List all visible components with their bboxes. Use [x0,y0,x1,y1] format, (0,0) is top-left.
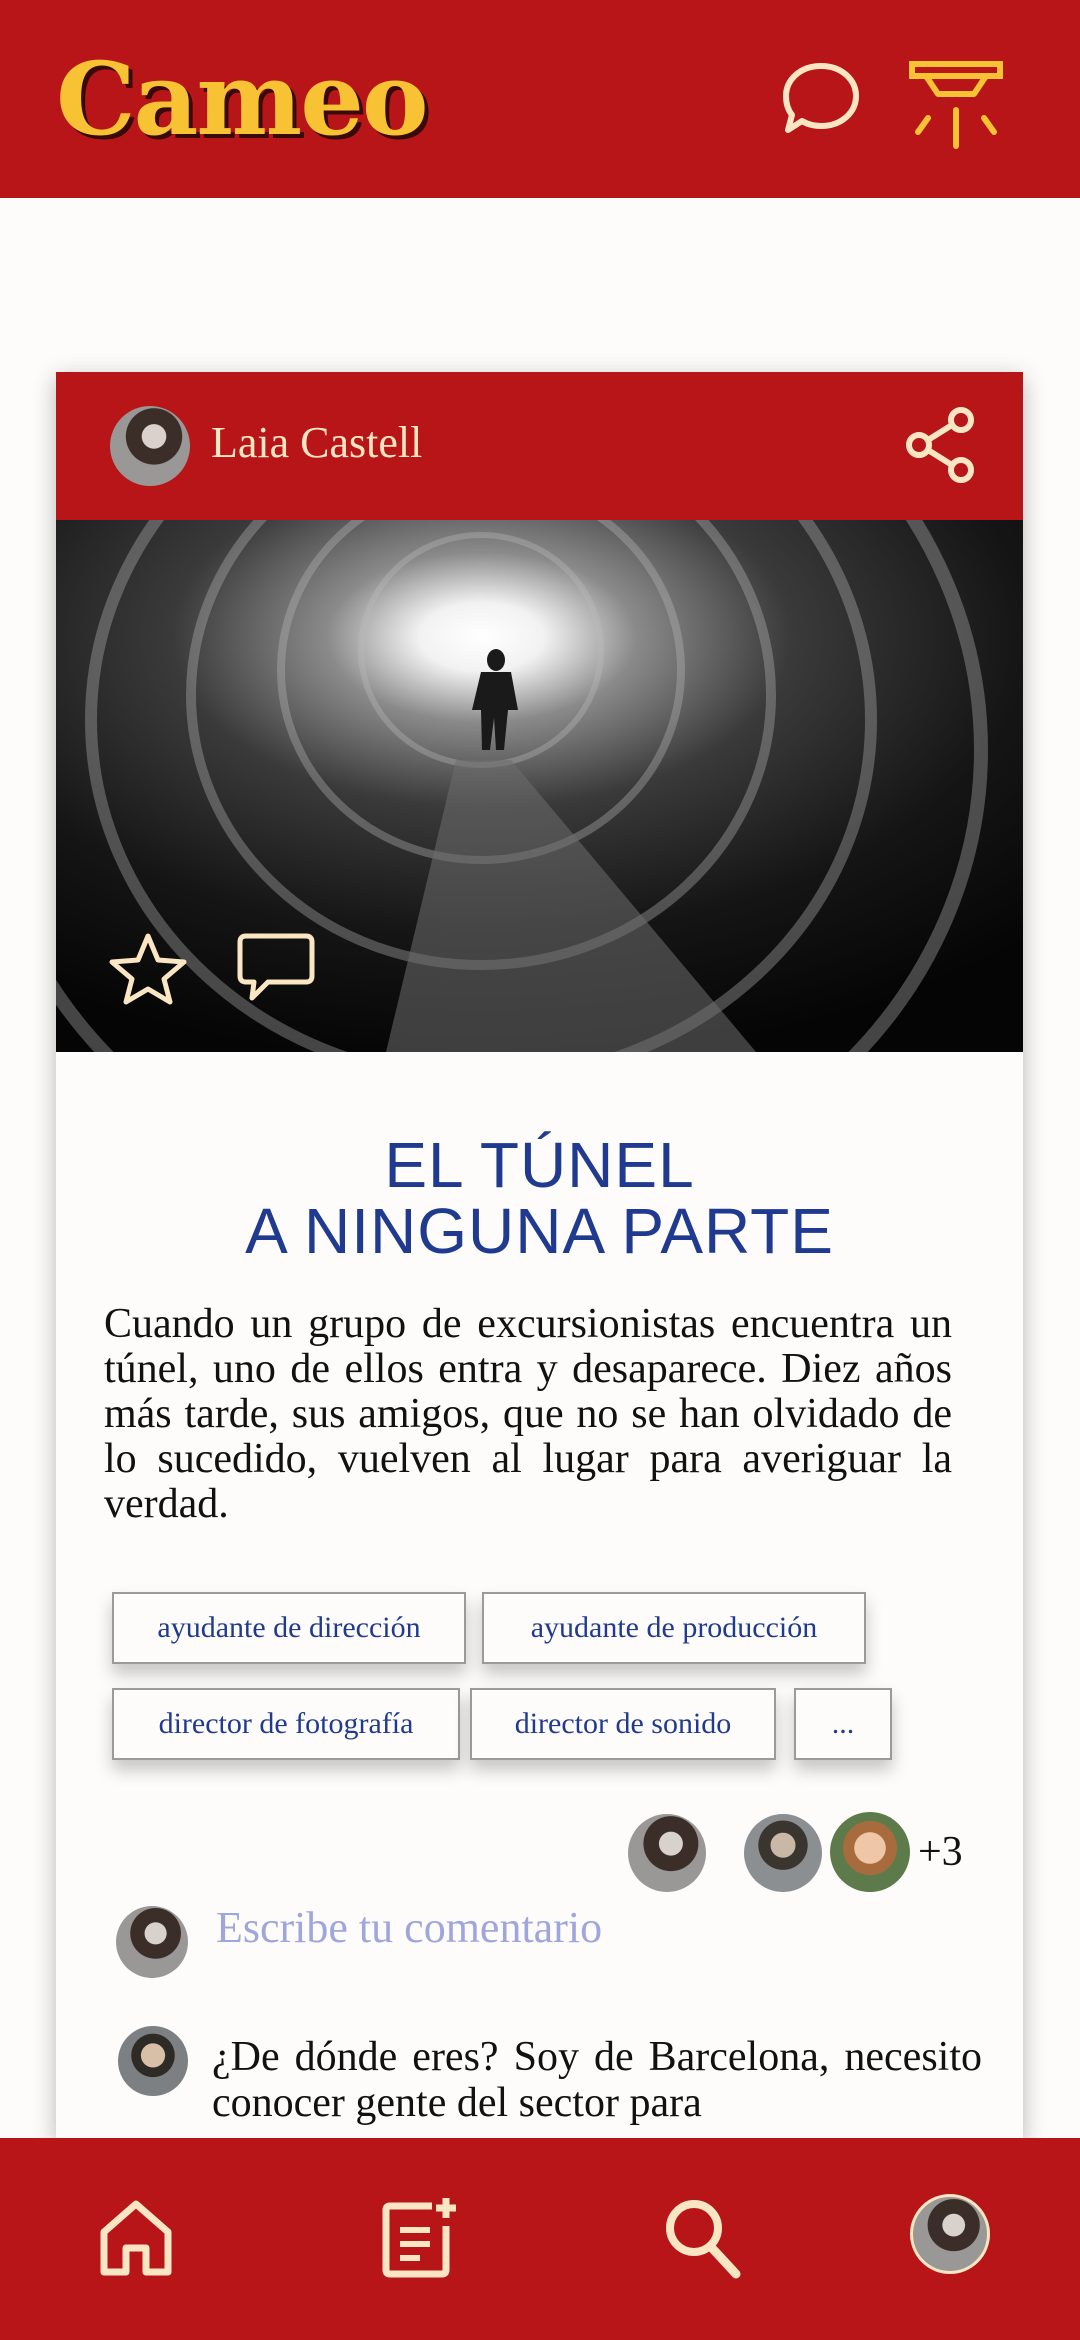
post-title-line-1: EL TÚNEL [384,1129,695,1201]
participants-more-count[interactable]: +3 [918,1828,963,1876]
tag-more[interactable]: ... [794,1688,892,1760]
post-synopsis: Cuando un grupo de excursionistas encuen… [104,1301,952,1527]
commenter-avatar[interactable] [118,2026,188,2096]
tag-ayudante-direccion[interactable]: ayudante de dirección [112,1592,466,1664]
chat-bubble-icon[interactable] [780,60,862,136]
participant-avatar[interactable] [628,1814,706,1892]
search-icon[interactable] [660,2194,744,2282]
participant-avatar[interactable] [744,1814,822,1892]
spotlight-icon[interactable] [908,60,1004,156]
tag-director-fotografia[interactable]: director de fotografía [112,1688,460,1760]
current-user-avatar [116,1906,188,1978]
home-icon[interactable] [96,2196,176,2280]
author-avatar[interactable] [110,406,190,486]
bottom-nav [0,2138,1080,2340]
comment-text: ¿De dónde eres? Soy de Barcelona, necesi… [212,2034,982,2126]
author-name[interactable]: Laia Castell [211,417,422,468]
participant-avatar[interactable] [830,1812,910,1892]
share-icon[interactable] [904,406,978,484]
new-post-icon[interactable] [380,2194,460,2280]
comment-input[interactable]: Escribe tu comentario [216,1902,602,1953]
post-image[interactable] [56,520,1023,1052]
post-card: Laia Castell EL TÚNEL A NINGUNA PARTE Cu… [56,372,1023,2140]
tag-ayudante-produccion[interactable]: ayudante de producción [482,1592,866,1664]
comment-icon[interactable] [236,930,316,1006]
app-logo: Cameo [56,40,429,158]
top-bar: Cameo [0,0,1080,198]
profile-avatar[interactable] [910,2194,990,2274]
tunnel-photo [56,520,1023,1052]
star-icon[interactable] [108,930,188,1006]
post-title-line-2: A NINGUNA PARTE [245,1195,834,1267]
post-header: Laia Castell [56,372,1023,520]
tag-director-sonido[interactable]: director de sonido [470,1688,776,1760]
post-title: EL TÚNEL A NINGUNA PARTE [56,1132,1023,1264]
